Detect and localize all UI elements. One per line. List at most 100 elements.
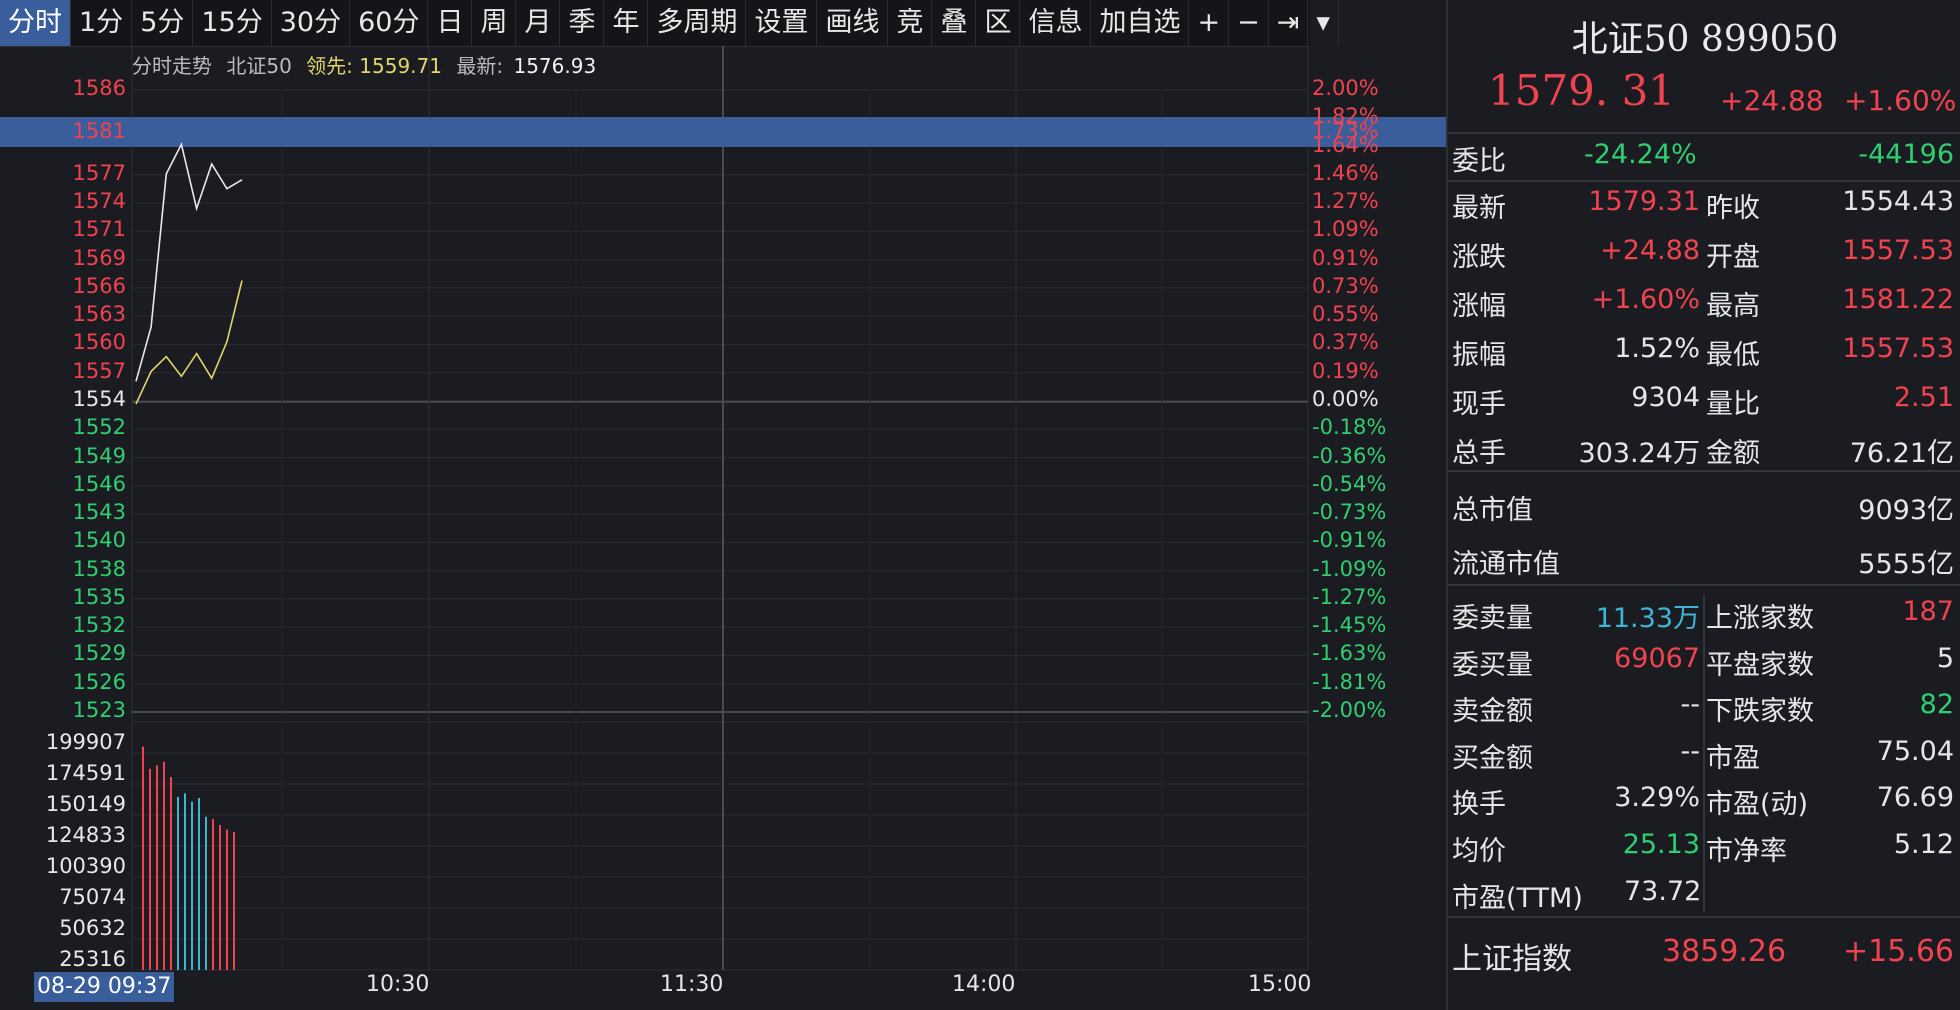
toolbar-item-12[interactable]: 设置 — [746, 0, 818, 46]
panel-title: 北证50 899050 — [1571, 19, 1839, 60]
price-change-pct: +1.60% — [1844, 84, 1957, 117]
pe-ttm-label: 市盈(TTM) — [1452, 883, 1583, 914]
toolbar-item-3[interactable]: 15分 — [193, 0, 272, 46]
stat-label: 上涨家数 — [1706, 603, 1814, 634]
stat-label: 金额 — [1706, 438, 1760, 469]
volume-tick: 150149 — [45, 792, 126, 816]
weibi-diff: -44196 — [1858, 139, 1954, 170]
pct-tick: 0.19% — [1312, 358, 1379, 383]
latest-label: 最新: — [456, 54, 504, 78]
sh-index-change: +15.66 — [1842, 934, 1954, 969]
price-tick: 1563 — [72, 302, 126, 327]
minus-icon[interactable]: − — [1229, 0, 1269, 46]
stat-label: 最高 — [1706, 291, 1760, 322]
pct-tick: -2.00% — [1312, 698, 1387, 722]
pct-tick: 1.09% — [1312, 217, 1379, 242]
price-tick: 1526 — [72, 669, 126, 694]
volume-bar — [219, 824, 221, 970]
toolbar-item-5[interactable]: 60分 — [350, 0, 429, 46]
latest-value: 1576.93 — [513, 54, 597, 78]
toolbar-item-16[interactable]: 区 — [976, 0, 1021, 46]
pct-tick: 0.55% — [1312, 302, 1379, 327]
price-tick: 1523 — [72, 698, 126, 722]
volume-bar — [226, 829, 228, 970]
pct-tick: 1.27% — [1312, 189, 1379, 214]
toolbar-item-4[interactable]: 30分 — [272, 0, 351, 46]
dropdown-arrow-icon[interactable]: ▾ — [1308, 0, 1339, 46]
volume-tick: 199907 — [45, 730, 126, 754]
price-tick: 1574 — [72, 189, 126, 214]
price-tick-base: 1554 — [72, 387, 126, 411]
price-tick: 1543 — [72, 500, 126, 525]
price-tick: 1560 — [72, 330, 126, 355]
stat-value: +1.60% — [1591, 284, 1700, 315]
price-tick: 1569 — [72, 245, 126, 270]
volume-bar — [163, 761, 165, 970]
stat-value: -- — [1680, 689, 1701, 720]
sh-index-label[interactable]: 上证指数 — [1452, 934, 1572, 978]
toolbar-item-9[interactable]: 季 — [560, 0, 605, 46]
pct-tick-base: 0.00% — [1312, 387, 1379, 411]
toolbar-item-13[interactable]: 画线 — [817, 0, 889, 46]
price-tick: 1552 — [72, 415, 126, 440]
intraday-chart[interactable] — [0, 46, 1446, 1010]
price-change: +24.88 — [1720, 84, 1824, 117]
toolbar-item-17[interactable]: 信息 — [1020, 0, 1092, 46]
stat-label: 下跌家数 — [1706, 696, 1814, 727]
time-tick: 10:30 — [366, 972, 430, 997]
pct-tick: -1.09% — [1312, 556, 1387, 581]
toolbar-item-8[interactable]: 月 — [516, 0, 561, 46]
time-tick: 14:00 — [952, 972, 1016, 997]
stat-label: 昨收 — [1706, 193, 1760, 224]
stat-value: 5.12 — [1893, 828, 1954, 860]
toolbar-item-15[interactable]: 叠 — [932, 0, 977, 46]
chart-title: 分时走势 — [132, 54, 212, 78]
volume-bar — [198, 798, 200, 970]
chart-header: 分时走势 北证50 领先: 1559.71 最新: 1576.93 — [132, 50, 596, 79]
pct-tick: -1.27% — [1312, 584, 1387, 609]
toolbar-item-2[interactable]: 5分 — [132, 0, 194, 46]
price-tick: 1538 — [72, 556, 126, 581]
toolbar-item-6[interactable]: 日 — [428, 0, 473, 46]
stat-value: 25.13 — [1622, 828, 1700, 860]
price-tick: 1586 — [72, 76, 126, 100]
toolbar-item-10[interactable]: 年 — [604, 0, 649, 46]
index-name: 北证50 — [226, 54, 292, 78]
price-tick: 1577 — [72, 160, 126, 185]
volume-bar — [205, 816, 207, 970]
pct-tick: 0.91% — [1312, 245, 1379, 270]
volume-bar — [177, 796, 179, 970]
sh-index-value: 3859.26 — [1662, 934, 1787, 969]
stat-value: 76.21亿 — [1849, 438, 1954, 469]
stat-label: 平盘家数 — [1706, 649, 1814, 681]
quote-panel: 北证50 899050 1579. 31 +24.88 +1.60% 委比 -2… — [1446, 0, 1960, 1010]
price-tick: 1546 — [72, 471, 126, 496]
avg-price-line — [135, 280, 243, 405]
price-tick: 1571 — [72, 217, 126, 242]
toolbar-item-0[interactable]: 分时 — [0, 0, 71, 46]
volume-tick: 124833 — [45, 823, 126, 847]
arrow-right-bar-icon[interactable]: ⇥ — [1269, 0, 1309, 46]
price-tick: 1557 — [72, 358, 126, 383]
plus-icon[interactable]: + — [1189, 0, 1230, 46]
pct-tick: -0.18% — [1312, 415, 1387, 440]
toolbar-item-11[interactable]: 多周期 — [648, 0, 747, 46]
market-cap-label: 总市值 — [1452, 495, 1533, 526]
lead-label: 领先: — [306, 54, 353, 78]
toolbar-item-14[interactable]: 竞 — [888, 0, 933, 46]
pct-tick: 1.46% — [1312, 160, 1379, 185]
stat-value: 2.51 — [1893, 382, 1954, 413]
toolbar-item-1[interactable]: 1分 — [71, 0, 133, 46]
stat-label: 量比 — [1706, 389, 1760, 420]
pct-tick: -1.45% — [1312, 613, 1387, 638]
stat-value: 187 — [1902, 596, 1954, 627]
volume-tick: 100390 — [45, 854, 126, 878]
toolbar-item-18[interactable]: 加自选 — [1091, 0, 1190, 46]
volume-tick: 75074 — [59, 885, 126, 909]
volume-bar — [149, 768, 151, 970]
toolbar-item-7[interactable]: 周 — [472, 0, 517, 46]
stat-label: 市盈 — [1706, 742, 1760, 774]
stat-value: +24.88 — [1600, 235, 1700, 266]
pct-tick: 2.00% — [1312, 76, 1379, 100]
weibi-pct: -24.24% — [1584, 139, 1697, 170]
